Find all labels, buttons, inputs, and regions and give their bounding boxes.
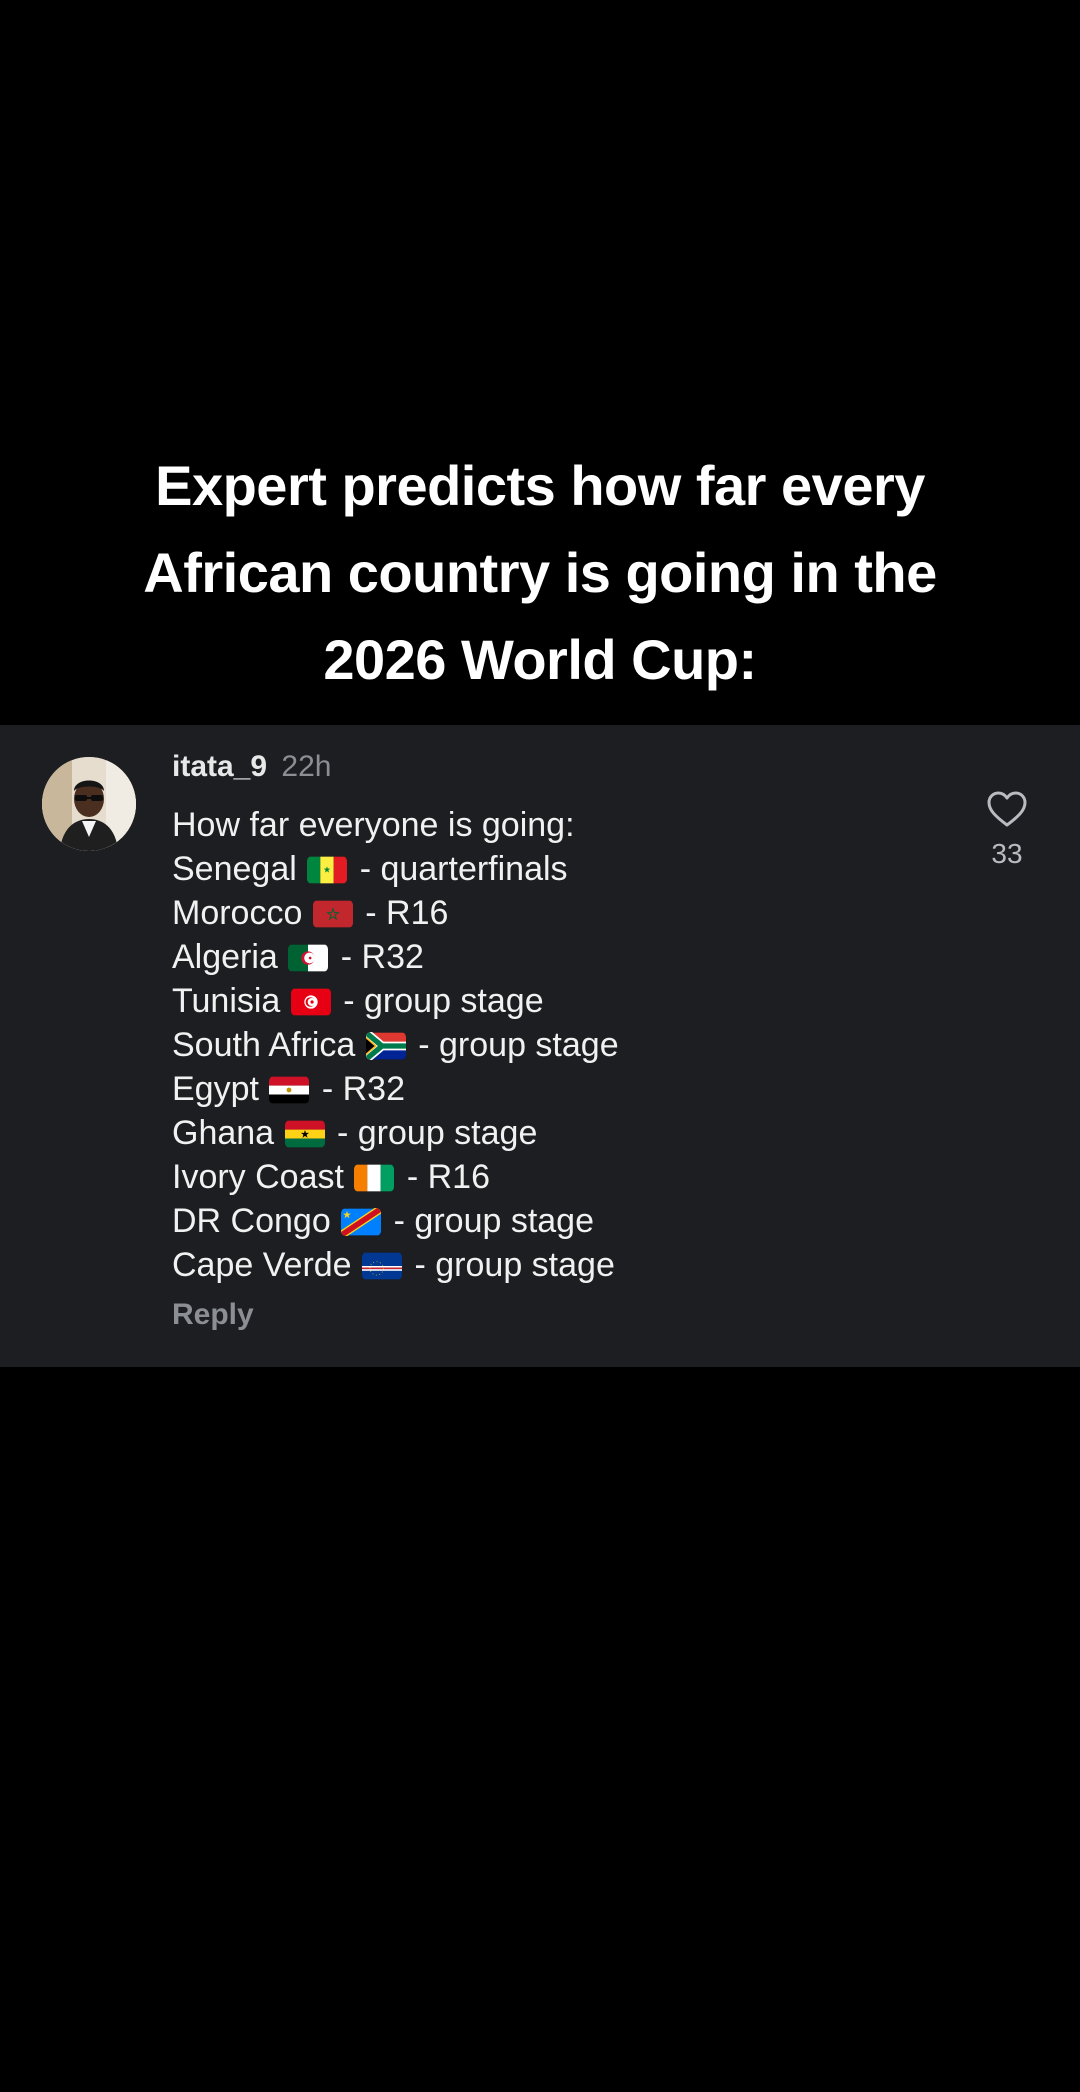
country-name: South Africa	[172, 1026, 356, 1064]
list-item: Morocco - R16	[172, 891, 932, 935]
list-item: DR Congo - group stage	[172, 1199, 932, 1243]
comment-intro: How far everyone is going:	[172, 806, 575, 844]
prediction-result: - R16	[406, 1158, 490, 1196]
list-item: Senegal - quarterfinals	[172, 847, 932, 891]
senegal-flag-icon	[307, 856, 348, 884]
ivory-coast-flag-icon	[354, 1164, 395, 1192]
prediction-result: - R32	[340, 938, 424, 976]
username[interactable]: itata_9	[172, 750, 267, 783]
country-name: Ghana	[172, 1114, 275, 1152]
prediction-result: - group stage	[418, 1026, 619, 1064]
cape-verde-flag-icon	[362, 1252, 403, 1280]
egypt-flag-icon	[269, 1076, 310, 1104]
like-area: 33	[975, 789, 1039, 871]
south-africa-flag-icon	[365, 1032, 406, 1060]
country-name: Tunisia	[172, 982, 281, 1020]
list-item: Cape Verde - group stage	[172, 1243, 932, 1287]
country-name: Ivory Coast	[172, 1158, 344, 1196]
morocco-flag-icon	[312, 900, 353, 928]
headline-line-2: African country is going in the	[143, 541, 937, 604]
headline: Expert predicts how far every African co…	[60, 442, 1020, 703]
country-name: DR Congo	[172, 1202, 331, 1240]
headline-line-1: Expert predicts how far every	[155, 454, 925, 517]
country-name: Algeria	[172, 938, 278, 976]
prediction-result: - R16	[365, 894, 449, 932]
list-item: Ivory Coast - R16	[172, 1155, 932, 1199]
prediction-result: - group stage	[343, 982, 544, 1020]
prediction-result: - group stage	[414, 1246, 615, 1284]
country-name: Egypt	[172, 1070, 259, 1108]
dr-congo-flag-icon	[341, 1208, 382, 1236]
prediction-result: - quarterfinals	[359, 850, 568, 888]
comment-body: How far everyone is going: Senegal - qua…	[172, 803, 932, 1287]
heart-outline-icon[interactable]	[985, 789, 1029, 829]
country-name: Senegal	[172, 850, 297, 888]
algeria-flag-icon	[288, 944, 329, 972]
list-item: Ghana - group stage	[172, 1111, 932, 1155]
list-item: Egypt - R32	[172, 1067, 932, 1111]
list-item: Tunisia - group stage	[172, 979, 932, 1023]
tunisia-flag-icon	[290, 988, 331, 1016]
country-name: Cape Verde	[172, 1246, 352, 1284]
reply-button[interactable]: Reply	[172, 1295, 254, 1335]
ghana-flag-icon	[284, 1120, 325, 1148]
prediction-result: - group stage	[337, 1114, 538, 1152]
comment-header: itata_9 22h	[172, 747, 331, 787]
comment-card: itata_9 22h How far everyone is going: S…	[0, 725, 1080, 1367]
list-item: Algeria - R32	[172, 935, 932, 979]
timestamp: 22h	[281, 750, 332, 783]
prediction-result: - R32	[321, 1070, 405, 1108]
headline-line-3: 2026 World Cup:	[323, 628, 757, 691]
like-count: 33	[991, 838, 1023, 869]
list-item: South Africa - group stage	[172, 1023, 932, 1067]
prediction-result: - group stage	[393, 1202, 595, 1240]
avatar[interactable]	[42, 757, 136, 851]
country-name: Morocco	[172, 894, 303, 932]
